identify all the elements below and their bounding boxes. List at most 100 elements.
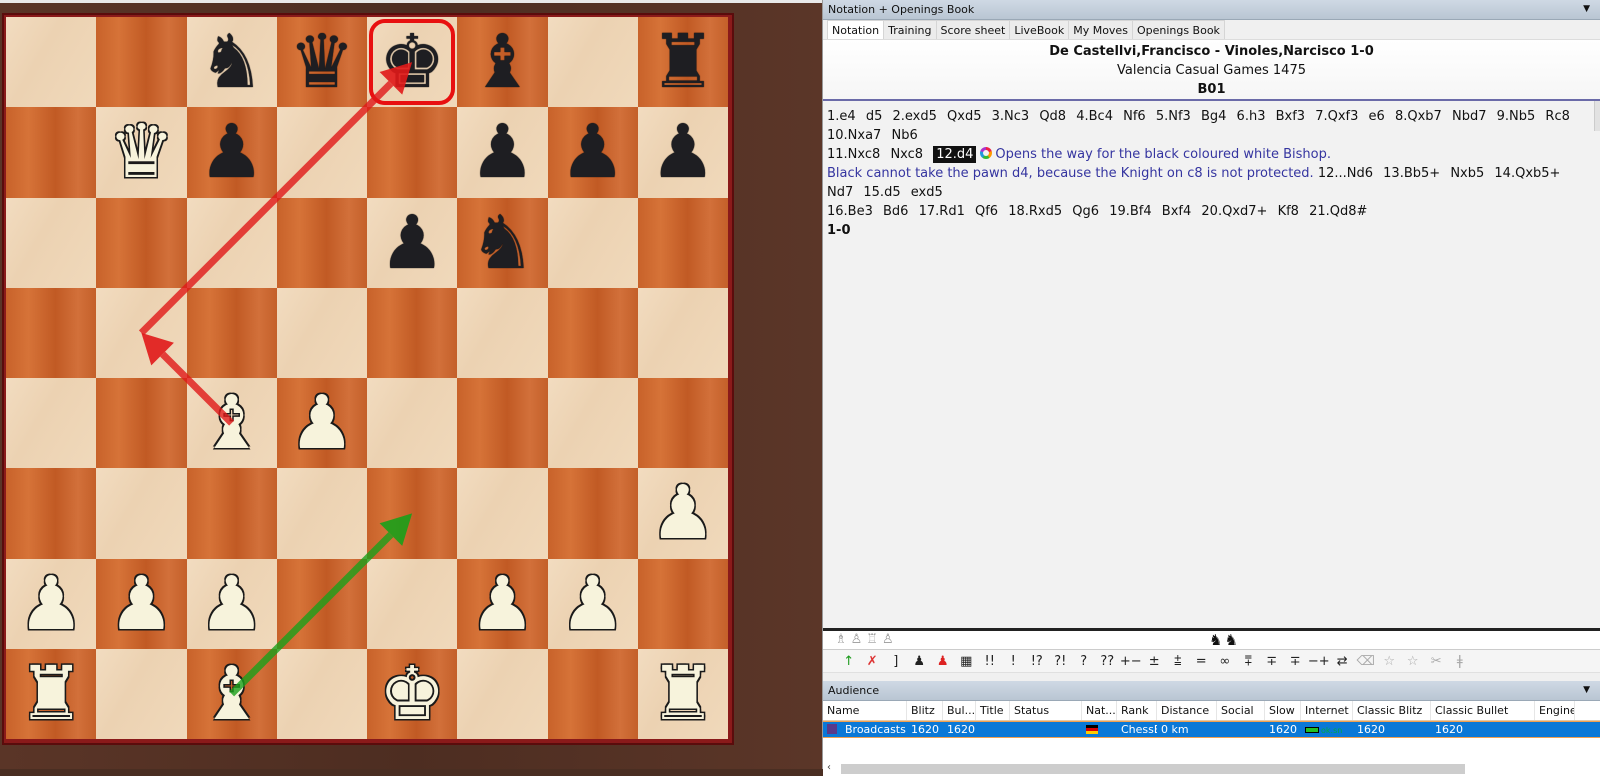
square-e7[interactable]	[367, 107, 458, 198]
square-b7[interactable]: ♛	[96, 107, 187, 198]
move[interactable]: 7.Qxf3	[1315, 109, 1358, 124]
square-b3[interactable]	[96, 468, 187, 559]
square-f8[interactable]: ♝	[457, 17, 548, 108]
square-c4[interactable]: ♝	[186, 378, 277, 469]
annotation-button-2[interactable]: ]	[884, 654, 908, 669]
white-pawn-icon[interactable]: ♟	[559, 567, 625, 641]
move[interactable]: 16.Be3	[827, 204, 873, 219]
square-d3[interactable]	[276, 468, 367, 559]
black-pawn-icon[interactable]: ♟	[650, 115, 716, 189]
square-h7[interactable]: ♟	[637, 107, 728, 198]
move-comment[interactable]: Black cannot take the pawn d4, because t…	[827, 166, 1318, 181]
annotation-button-3[interactable]: ♟	[908, 654, 932, 669]
column-header-nat-[interactable]: Nat...	[1082, 701, 1117, 720]
square-e4[interactable]	[367, 378, 458, 469]
square-a6[interactable]	[6, 197, 97, 288]
column-header-status[interactable]: Status	[1010, 701, 1082, 720]
annotation-button-19[interactable]: ∓	[1284, 654, 1308, 669]
square-f2[interactable]: ♟	[457, 558, 548, 649]
move[interactable]: 1.e4	[827, 109, 856, 124]
square-d2[interactable]	[276, 558, 367, 649]
move[interactable]: 3.Nc3	[992, 109, 1030, 124]
column-header-blitz[interactable]: Blitz	[907, 701, 943, 720]
notation-text[interactable]: 1.e4 d5 2.exd5 Qxd5 3.Nc3 Qd8 4.Bc4 Nf6 …	[823, 101, 1600, 628]
move[interactable]: Bg4	[1201, 109, 1226, 124]
annotation-button-23[interactable]: ☆	[1378, 654, 1402, 669]
square-c1[interactable]: ♝	[186, 648, 277, 739]
move[interactable]: Nxc8	[890, 147, 923, 162]
move[interactable]: Bxf4	[1162, 204, 1191, 219]
white-pawn-icon[interactable]: ♟	[650, 476, 716, 550]
square-h4[interactable]	[637, 378, 728, 469]
annotation-button-0[interactable]: ↑	[837, 654, 861, 669]
square-b5[interactable]	[96, 287, 187, 378]
move[interactable]: Qg6	[1072, 204, 1099, 219]
move[interactable]: Nf6	[1123, 109, 1146, 124]
white-bishop-icon[interactable]: ♝	[198, 386, 264, 460]
black-pawn-icon[interactable]: ♟	[559, 115, 625, 189]
square-f5[interactable]	[457, 287, 548, 378]
square-c8[interactable]: ♞	[186, 17, 277, 108]
square-b2[interactable]: ♟	[96, 558, 187, 649]
audience-menu-dropdown-icon[interactable]: ▼	[1583, 685, 1590, 695]
white-pawn-icon[interactable]: ♟	[469, 567, 535, 641]
move[interactable]: 2.exd5	[893, 109, 937, 124]
chess-board[interactable]: ♞ ♛ ♚ ♝ ♜ ♛ ♟ ♟ ♟ ♟ ♟ ♞ ♝ ♟ ♟ ♟ ♟ ♟ ♟ ♟ ♜ ♝ ♚ ♜	[6, 17, 728, 739]
square-a1[interactable]: ♜	[6, 648, 97, 739]
move[interactable]: Nb6	[891, 128, 917, 143]
annotation-button-13[interactable]: ±	[1143, 654, 1167, 669]
square-f1[interactable]	[457, 648, 548, 739]
square-g6[interactable]	[547, 197, 638, 288]
square-h2[interactable]	[637, 558, 728, 649]
black-king-icon[interactable]: ♚	[379, 25, 445, 99]
white-pawn-icon[interactable]: ♟	[108, 567, 174, 641]
move[interactable]: 6.h3	[1237, 109, 1266, 124]
annotation-button-12[interactable]: +−	[1119, 654, 1143, 669]
tab-openings-book[interactable]: Openings Book	[1131, 20, 1225, 39]
move[interactable]: 4.Bc4	[1076, 109, 1113, 124]
column-header-name[interactable]: Name	[823, 701, 907, 720]
column-header-bul-[interactable]: Bul...	[943, 701, 976, 720]
move[interactable]: e6	[1369, 109, 1385, 124]
tab-my-moves[interactable]: My Moves	[1068, 20, 1133, 39]
square-g8[interactable]	[547, 17, 638, 108]
scroll-left-icon[interactable]: ‹	[827, 762, 831, 773]
column-header-slow[interactable]: Slow	[1265, 701, 1301, 720]
square-a2[interactable]: ♟	[6, 558, 97, 649]
annotation-button-17[interactable]: ⩱	[1237, 654, 1261, 669]
square-a4[interactable]	[6, 378, 97, 469]
move[interactable]: 15.d5	[863, 185, 900, 200]
square-d5[interactable]	[276, 287, 367, 378]
annotation-button-8[interactable]: !?	[1025, 654, 1049, 669]
audience-hscrollbar[interactable]: ‹	[823, 762, 1600, 776]
move[interactable]: 18.Rxd5	[1008, 204, 1062, 219]
white-queen-icon[interactable]: ♛	[108, 115, 174, 189]
square-d4[interactable]: ♟	[276, 378, 367, 469]
notation-scrollbar[interactable]	[1594, 101, 1600, 131]
move[interactable]: 12...Nd6	[1318, 166, 1373, 181]
square-c3[interactable]	[186, 468, 277, 559]
current-move[interactable]: 12.d4	[933, 146, 977, 163]
square-g7[interactable]: ♟	[547, 107, 638, 198]
annotation-button-26[interactable]: ǂ	[1448, 654, 1472, 669]
square-h5[interactable]	[637, 287, 728, 378]
tab-score-sheet[interactable]: Score sheet	[935, 20, 1011, 39]
move[interactable]: Qf6	[975, 204, 998, 219]
column-header-distance[interactable]: Distance	[1157, 701, 1217, 720]
square-c2[interactable]: ♟	[186, 558, 277, 649]
square-e3[interactable]	[367, 468, 458, 559]
square-e2[interactable]	[367, 558, 458, 649]
move[interactable]: d5	[866, 109, 883, 124]
move-comment[interactable]: Opens the way for the black coloured whi…	[995, 147, 1331, 162]
square-d1[interactable]	[276, 648, 367, 739]
black-pawn-icon[interactable]: ♟	[469, 115, 535, 189]
annotation-button-16[interactable]: ∞	[1213, 654, 1237, 669]
black-rook-icon[interactable]: ♜	[650, 25, 716, 99]
annotation-button-10[interactable]: ?	[1072, 654, 1096, 669]
white-bishop-icon[interactable]: ♝	[198, 657, 264, 731]
square-f6[interactable]: ♞	[457, 197, 548, 288]
square-f7[interactable]: ♟	[457, 107, 548, 198]
annotation-button-15[interactable]: =	[1190, 654, 1214, 669]
white-king-icon[interactable]: ♚	[379, 657, 445, 731]
black-bishop-icon[interactable]: ♝	[469, 25, 535, 99]
